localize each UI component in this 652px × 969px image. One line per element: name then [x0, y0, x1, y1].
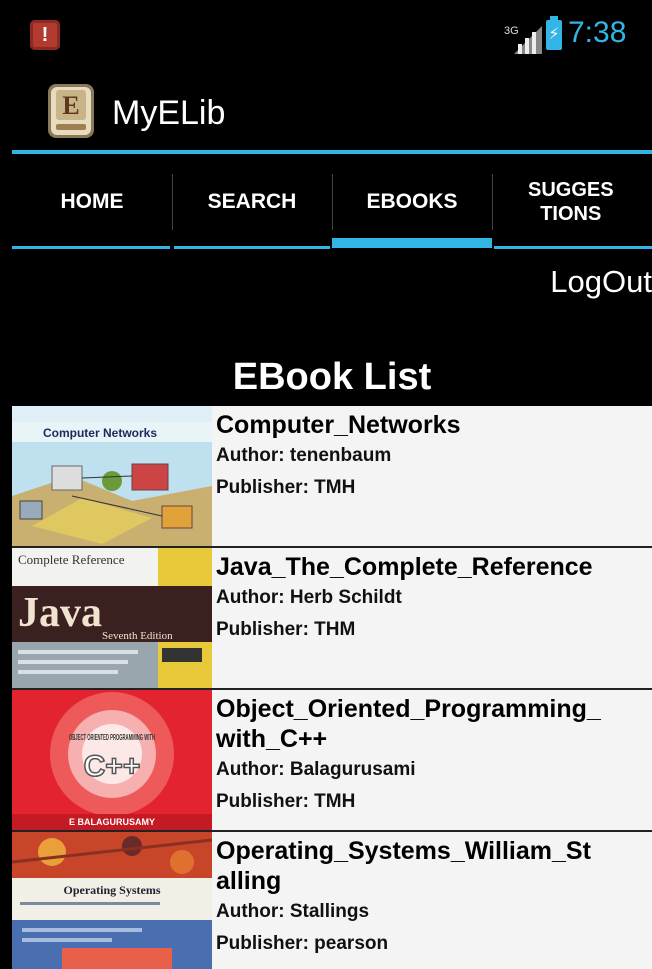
battery-icon: ⚡	[546, 16, 562, 50]
book-author: Author: Stallings	[216, 901, 370, 922]
book-info: Operating_Systems_William_St alling Auth…	[216, 836, 648, 960]
book-name: Operating_Systems_William_St alling	[216, 837, 591, 895]
status-bar: ! 3G ⚡ 7:38	[12, 8, 652, 58]
tab-divider	[172, 174, 173, 230]
book-cover: Computer Networks	[12, 406, 212, 546]
app-title: MyELib	[112, 94, 226, 132]
book-cover: Operating Systems	[12, 832, 212, 969]
book-cover: OBJECT ORIENTED PROGRAMMING WITH C++ E B…	[12, 690, 212, 830]
book-cover: Complete Reference Java Seventh Edition	[12, 548, 212, 688]
network-type: 3G	[504, 25, 519, 37]
cover-edition: Seventh Edition	[102, 630, 173, 642]
tab-underline	[174, 246, 330, 249]
tab-underline	[12, 246, 170, 249]
list-item[interactable]: Operating Systems Operating_Systems_Will…	[12, 832, 652, 969]
cover-title: C++	[84, 750, 141, 783]
tab-underline	[494, 246, 652, 249]
tab-suggestions-label: SUGGES TIONS	[528, 179, 614, 225]
cover-title: Computer Networks	[43, 426, 157, 440]
book-info: Java_The_Complete_Reference Author: Herb…	[216, 552, 648, 646]
ebook-app-icon[interactable]: E	[42, 82, 100, 140]
tab-suggestions[interactable]: SUGGES TIONS	[492, 154, 652, 250]
alert-icon[interactable]: !	[30, 20, 60, 50]
clock: 7:38	[568, 16, 627, 49]
tab-divider	[492, 174, 493, 230]
action-bar: E MyELib	[12, 58, 652, 150]
book-info: Object_Oriented_Programming_ with_C++ Au…	[216, 694, 648, 818]
screen: ! 3G ⚡ 7:38 E MyELib HOME SEARCH EBOOKS …	[12, 8, 652, 969]
book-author: Author: tenenbaum	[216, 445, 392, 466]
book-publisher: Publisher: pearson	[216, 933, 389, 954]
logout-button[interactable]: LogOut	[550, 264, 652, 300]
book-publisher: Publisher: TMH	[216, 791, 356, 812]
book-publisher: Publisher: THM	[216, 619, 356, 640]
list-item[interactable]: Computer Networks Computer_Networks Auth…	[12, 406, 652, 548]
book-name: Object_Oriented_Programming_ with_C++	[216, 695, 601, 753]
list-item[interactable]: OBJECT ORIENTED PROGRAMMING WITH C++ E B…	[12, 690, 652, 832]
cover-title: Operating Systems	[64, 883, 161, 897]
tab-divider	[332, 174, 333, 230]
book-name: Computer_Networks	[216, 411, 461, 439]
tab-ebooks[interactable]: EBOOKS	[332, 154, 492, 250]
ebook-list[interactable]: Computer Networks Computer_Networks Auth…	[12, 406, 652, 969]
cover-subtitle: OBJECT ORIENTED PROGRAMMING WITH	[69, 733, 155, 742]
cover-author: E BALAGURUSAMY	[69, 817, 155, 827]
svg-text:E: E	[62, 91, 79, 120]
tab-bar: HOME SEARCH EBOOKS SUGGES TIONS	[12, 154, 652, 250]
book-author: Author: Balagurusami	[216, 759, 416, 780]
book-name: Java_The_Complete_Reference	[216, 553, 593, 581]
book-publisher: Publisher: TMH	[216, 477, 356, 498]
list-item[interactable]: Complete Reference Java Seventh Edition …	[12, 548, 652, 690]
signal-icon: 3G	[504, 25, 542, 54]
tab-home[interactable]: HOME	[12, 154, 172, 250]
tab-search[interactable]: SEARCH	[172, 154, 332, 250]
selected-tab-indicator	[332, 238, 492, 248]
book-info: Computer_Networks Author: tenenbaum Publ…	[216, 410, 648, 504]
cover-subtitle: Complete Reference	[18, 552, 125, 567]
list-title: EBook List	[232, 356, 432, 398]
book-author: Author: Herb Schildt	[216, 587, 402, 608]
cover-title: Java	[18, 590, 102, 636]
